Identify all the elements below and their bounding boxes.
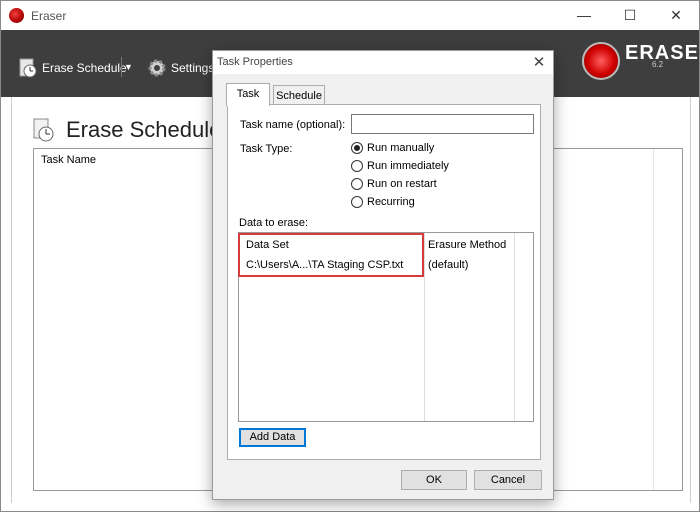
erase-schedule-dropdown[interactable]: ▼: [121, 57, 135, 77]
erasure-method-cell[interactable]: (default): [428, 259, 468, 271]
logo-version: 6.2: [652, 60, 664, 69]
schedule-icon: [19, 58, 37, 78]
radio-run-on-restart-label: Run on restart: [367, 178, 437, 190]
page-title: Erase Schedule: [66, 117, 222, 142]
gear-icon: [148, 59, 166, 77]
erasure-method-column-header[interactable]: Erasure Method: [428, 239, 506, 251]
task-name-label: Task name (optional):: [240, 119, 346, 131]
radio-run-on-restart[interactable]: Run on restart: [351, 178, 437, 190]
erase-schedule-label: Erase Schedule: [42, 61, 127, 75]
column-divider: [653, 149, 654, 490]
dialog-title: Task Properties: [217, 56, 293, 68]
data-to-erase-label: Data to erase:: [239, 217, 309, 229]
column-divider: [514, 233, 515, 421]
settings-label: Settings: [171, 61, 215, 75]
dialog-title-bar: Task Properties ✕: [213, 51, 553, 74]
eraser-logo-icon: [582, 42, 620, 80]
highlight-annotation: [238, 233, 424, 277]
radio-run-manually-label: Run manually: [367, 142, 435, 154]
tab-schedule[interactable]: Schedule: [273, 85, 325, 106]
radio-button-checked[interactable]: [351, 142, 363, 154]
column-divider: [424, 233, 425, 421]
dialog-close-button[interactable]: ✕: [531, 53, 547, 71]
task-name-input[interactable]: [351, 114, 534, 134]
schedule-page-icon: [33, 118, 54, 142]
radio-recurring-label: Recurring: [367, 196, 415, 208]
add-data-button[interactable]: Add Data: [239, 428, 306, 447]
close-button[interactable]: ✕: [653, 1, 699, 30]
task-name-column-header[interactable]: Task Name: [41, 154, 96, 166]
settings-button[interactable]: Settings: [146, 57, 214, 79]
minimize-button[interactable]: —: [561, 1, 607, 30]
radio-run-immediately[interactable]: Run immediately: [351, 160, 449, 172]
task-type-label: Task Type:: [240, 143, 293, 155]
radio-run-manually[interactable]: Run manually: [351, 142, 434, 154]
eraser-app-icon: [9, 8, 24, 23]
tab-task[interactable]: Task: [226, 83, 270, 106]
radio-run-immediately-label: Run immediately: [367, 160, 449, 172]
window-title: Eraser: [31, 9, 67, 23]
radio-button[interactable]: [351, 160, 363, 172]
title-bar: Eraser — ☐ ✕: [1, 1, 699, 30]
radio-recurring[interactable]: Recurring: [351, 196, 415, 208]
erase-schedule-button[interactable]: Erase Schedule: [17, 57, 127, 79]
ok-button[interactable]: OK: [401, 470, 467, 490]
radio-button[interactable]: [351, 178, 363, 190]
cancel-button[interactable]: Cancel: [474, 470, 542, 490]
maximize-button[interactable]: ☐: [607, 1, 653, 30]
radio-button[interactable]: [351, 196, 363, 208]
